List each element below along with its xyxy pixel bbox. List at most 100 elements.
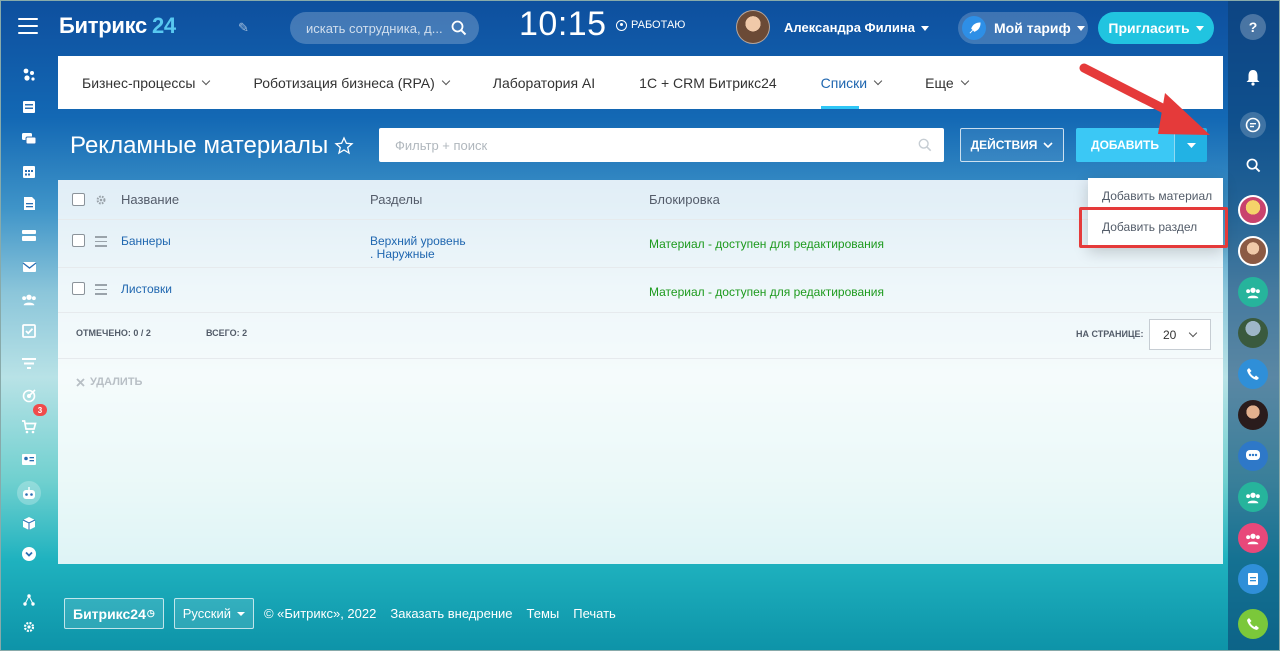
avatar[interactable] xyxy=(1238,318,1268,348)
grid-header: Название Разделы Блокировка xyxy=(58,180,1223,220)
messenger-icon[interactable] xyxy=(1240,112,1266,138)
clock: 10:15 xyxy=(519,5,607,43)
tariff-button[interactable]: Мой тариф xyxy=(958,12,1088,44)
mail-icon[interactable] xyxy=(21,259,37,275)
group-chat-icon[interactable] xyxy=(1238,482,1268,512)
robot-icon[interactable] xyxy=(17,481,41,505)
user-name: Александра Филина xyxy=(784,19,915,35)
chevron-down-icon xyxy=(1195,25,1204,31)
tab-ai-lab[interactable]: Лаборатория AI xyxy=(493,56,595,109)
group-chat-icon[interactable] xyxy=(1238,277,1268,307)
box-icon[interactable] xyxy=(21,515,37,531)
sitemap-icon[interactable] xyxy=(22,593,36,607)
print-link[interactable]: Печать xyxy=(573,606,616,621)
tasks-icon[interactable] xyxy=(21,99,37,115)
docs-icon[interactable] xyxy=(21,195,37,211)
tab-more[interactable]: Еще xyxy=(925,56,969,109)
gear-icon[interactable] xyxy=(22,620,36,634)
page-footer: Битрикс24 ◷ Русский © «Битрикс», 2022 Зак… xyxy=(64,598,616,629)
tasks-icon[interactable] xyxy=(1238,564,1268,594)
copyright: © «Битрикс», 2022 xyxy=(263,606,377,621)
search-icon[interactable] xyxy=(1244,156,1262,174)
menu-item-add-material[interactable]: Добавить материал xyxy=(1088,181,1223,211)
row-section-link[interactable]: . Наружные xyxy=(370,247,435,261)
bell-icon[interactable] xyxy=(1244,68,1262,86)
column-header-lock[interactable]: Блокировка xyxy=(649,192,720,207)
column-header-sections[interactable]: Разделы xyxy=(370,192,422,207)
add-button[interactable]: ДОБАВИТЬ xyxy=(1076,128,1174,162)
language-select[interactable]: Русский xyxy=(173,598,254,629)
page-title-text: Рекламные материалы xyxy=(70,132,329,159)
checked-label: ОТМЕЧЕНО: xyxy=(76,328,131,338)
row-checkbox[interactable] xyxy=(72,234,85,247)
feed-icon[interactable] xyxy=(21,67,37,83)
pencil-icon[interactable]: ✎ xyxy=(238,20,252,35)
open-lines-icon[interactable] xyxy=(1238,441,1268,471)
menu-icon[interactable] xyxy=(18,18,38,36)
footer-logo[interactable]: Битрикс24 ◷ xyxy=(64,598,164,629)
table-row[interactable]: Баннеры Верхний уровень . Наружные Матер… xyxy=(58,220,1223,268)
per-page-select[interactable]: 20 xyxy=(1149,319,1211,350)
filter-icon[interactable] xyxy=(21,355,37,371)
chevron-down-icon xyxy=(202,76,211,85)
chat-icon[interactable] xyxy=(21,131,37,147)
cart-icon[interactable] xyxy=(21,419,37,435)
delete-button[interactable]: УДАЛИТЬ xyxy=(76,376,142,388)
table-row[interactable]: Листовки Материал - доступен для редакти… xyxy=(58,268,1223,313)
groups-icon[interactable] xyxy=(21,291,37,307)
chevron-down-icon xyxy=(873,76,883,85)
calendar-icon[interactable] xyxy=(21,163,37,179)
search-icon[interactable] xyxy=(451,20,467,36)
row-name-link[interactable]: Баннеры xyxy=(121,234,171,248)
add-dropdown-toggle[interactable] xyxy=(1174,128,1207,162)
chevron-down-icon xyxy=(920,25,929,31)
checklist-icon[interactable] xyxy=(21,323,37,339)
add-dropdown-menu: Добавить материал Добавить раздел xyxy=(1088,178,1223,248)
tab-lists[interactable]: Списки xyxy=(820,56,883,109)
logo[interactable]: Битрикс 24 xyxy=(59,13,176,39)
notification-badge: 3 xyxy=(33,404,47,416)
phone-icon[interactable] xyxy=(1238,359,1268,389)
call-icon[interactable] xyxy=(1238,609,1268,639)
tab-1c-crm[interactable]: 1С + CRM Битрикс24 xyxy=(639,56,777,109)
target-icon[interactable] xyxy=(21,387,37,403)
avatar[interactable] xyxy=(1238,400,1268,430)
select-all-checkbox[interactable] xyxy=(72,193,85,206)
header-search xyxy=(290,12,479,44)
tab-label: Роботизация бизнеса (RPA) xyxy=(253,74,435,91)
menu-item-add-section[interactable]: Добавить раздел xyxy=(1088,212,1223,242)
drive-icon[interactable] xyxy=(21,227,37,243)
row-section-link[interactable]: Верхний уровень xyxy=(370,234,466,248)
gear-icon[interactable] xyxy=(95,194,107,206)
chevron-down-icon xyxy=(1186,142,1196,148)
order-link[interactable]: Заказать внедрение xyxy=(390,606,512,621)
group-chat-icon[interactable] xyxy=(1238,523,1268,553)
actions-button[interactable]: ДЕЙСТВИЯ xyxy=(960,128,1064,162)
more-icon[interactable] xyxy=(21,546,37,562)
status-icon xyxy=(616,19,627,31)
row-checkbox[interactable] xyxy=(72,282,85,295)
total-counter: ВСЕГО: 2 xyxy=(206,328,247,338)
filter-input[interactable] xyxy=(395,128,895,162)
star-icon[interactable] xyxy=(334,136,354,156)
avatar[interactable] xyxy=(1238,236,1268,266)
search-input[interactable] xyxy=(306,12,446,44)
tab-rpa[interactable]: Роботизация бизнеса (RPA) xyxy=(253,56,451,109)
tab-business-processes[interactable]: Бизнес-процессы xyxy=(82,56,211,109)
search-icon[interactable] xyxy=(918,138,932,152)
column-header-name[interactable]: Название xyxy=(121,192,179,207)
chevron-down-icon xyxy=(441,76,451,85)
work-status[interactable]: РАБОТАЮ xyxy=(616,19,685,31)
invite-button[interactable]: Пригласить xyxy=(1098,12,1214,44)
contact-card-icon[interactable] xyxy=(21,451,37,467)
total-value: 2 xyxy=(242,328,248,338)
chevron-down-icon xyxy=(236,611,245,616)
avatar[interactable] xyxy=(1238,195,1268,225)
drag-handle-icon[interactable] xyxy=(95,236,107,250)
help-icon[interactable]: ? xyxy=(1240,14,1266,40)
user-menu[interactable]: Александра Филина xyxy=(736,10,929,44)
row-name-link[interactable]: Листовки xyxy=(121,282,172,296)
actions-label: ДЕЙСТВИЯ xyxy=(970,138,1038,152)
themes-link[interactable]: Темы xyxy=(527,606,560,621)
drag-handle-icon[interactable] xyxy=(95,284,107,298)
